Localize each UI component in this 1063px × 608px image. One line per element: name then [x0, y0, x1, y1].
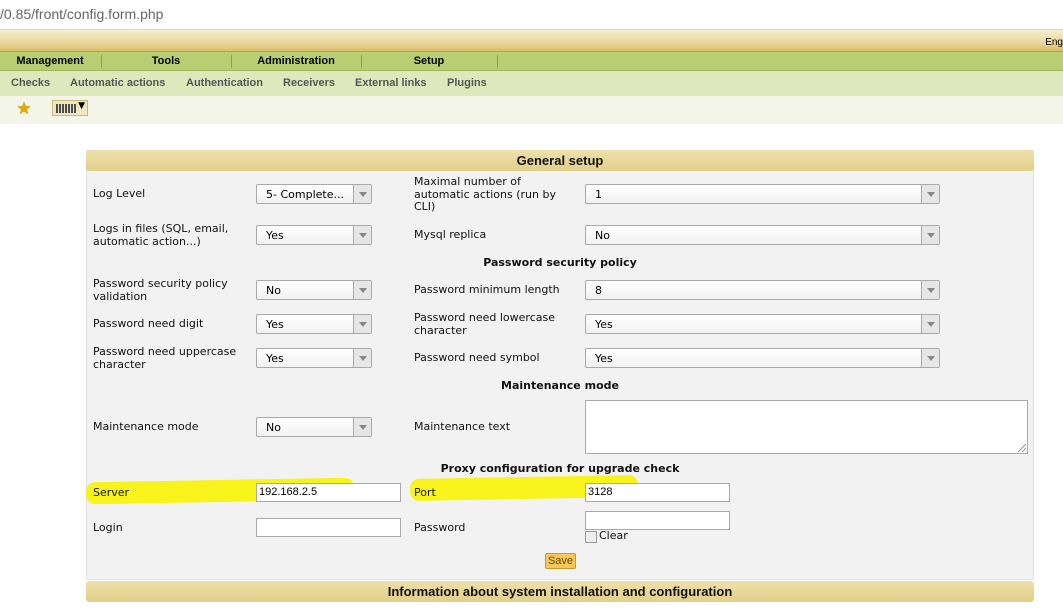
submenu-plugins[interactable]: Plugins — [447, 77, 487, 89]
maintenance-heading: Maintenance mode — [501, 379, 619, 392]
menu-administration[interactable]: Administration — [232, 52, 360, 71]
logs-in-files-select[interactable]: Yes — [256, 225, 372, 245]
submenu-receivers[interactable]: Receivers — [283, 77, 335, 89]
chevron-down-icon — [921, 185, 939, 203]
list-bars — [56, 104, 77, 113]
password-uppercase-label: Password need uppercase character — [93, 345, 237, 371]
proxy-heading: Proxy configuration for upgrade check — [440, 462, 680, 475]
password-validation-value: No — [266, 284, 281, 297]
url-text[interactable]: /0.85/front/config.form.php — [0, 6, 163, 22]
list-view-icon[interactable]: ▼ — [52, 100, 88, 116]
clear-password-checkbox[interactable] — [585, 531, 597, 543]
address-bar[interactable]: /0.85/front/config.form.php — [0, 0, 1063, 30]
proxy-login-input[interactable] — [256, 518, 401, 537]
maintenance-mode-label: Maintenance mode — [93, 420, 199, 433]
proxy-login-label: Login — [93, 521, 123, 534]
main-menu: Management Tools Administration Setup — [0, 52, 1063, 71]
password-min-length-label: Password minimum length — [414, 283, 560, 296]
menu-tools[interactable]: Tools — [102, 52, 230, 71]
password-digit-label: Password need digit — [93, 317, 204, 330]
general-setup-header: General setup — [86, 150, 1034, 171]
maintenance-text-area[interactable] — [585, 400, 1028, 454]
chevron-down-icon — [353, 418, 371, 436]
log-level-select[interactable]: 5- Complete... — [256, 184, 372, 204]
clear-password-label: Clear — [599, 529, 628, 542]
menu-management[interactable]: Management — [0, 52, 100, 71]
max-actions-value: 1 — [595, 188, 602, 201]
maintenance-mode-select[interactable]: No — [256, 417, 372, 437]
mysql-replica-label: Mysql replica — [414, 228, 487, 241]
menu-divider — [497, 55, 498, 68]
password-lowercase-select[interactable]: Yes — [585, 314, 940, 334]
mysql-replica-select[interactable]: No — [585, 225, 940, 245]
password-validation-label: Password security policy validation — [93, 277, 228, 303]
password-lowercase-value: Yes — [595, 318, 613, 331]
password-uppercase-value: Yes — [266, 352, 284, 365]
password-validation-select[interactable]: No — [256, 280, 372, 300]
max-actions-select[interactable]: 1 — [585, 184, 940, 204]
password-symbol-select[interactable]: Yes — [585, 348, 940, 368]
top-banner: Eng — [0, 30, 1063, 52]
maintenance-mode-value: No — [266, 421, 281, 434]
password-digit-select[interactable]: Yes — [256, 314, 372, 334]
password-digit-value: Yes — [266, 318, 284, 331]
submenu-authentication[interactable]: Authentication — [186, 77, 263, 89]
chevron-down-icon — [353, 281, 371, 299]
password-symbol-label: Password need symbol — [414, 351, 540, 364]
setup-submenu: Checks Automatic actions Authentication … — [0, 71, 1063, 96]
submenu-checks[interactable]: Checks — [11, 77, 50, 89]
save-button[interactable]: Save — [545, 553, 576, 569]
max-actions-label: Maximal number of automatic actions (run… — [414, 175, 556, 213]
system-info-header[interactable]: Information about system installation an… — [86, 581, 1034, 602]
proxy-port-input[interactable]: 3128 — [585, 483, 730, 502]
password-policy-heading: Password security policy — [483, 256, 637, 269]
star-icon[interactable]: ★ — [14, 99, 34, 119]
proxy-port-label: Port — [414, 486, 436, 499]
proxy-server-label: Server — [93, 486, 130, 499]
maintenance-text-label: Maintenance text — [414, 420, 511, 433]
log-level-value: 5- Complete... — [266, 188, 344, 201]
chevron-down-icon — [921, 349, 939, 367]
menu-setup[interactable]: Setup — [362, 52, 496, 71]
log-level-label: Log Level — [93, 187, 146, 200]
password-uppercase-select[interactable]: Yes — [256, 348, 372, 368]
chevron-down-icon — [353, 185, 371, 203]
mysql-replica-value: No — [595, 229, 610, 242]
submenu-external-links[interactable]: External links — [355, 77, 427, 89]
language-selector[interactable]: Eng — [1045, 37, 1063, 48]
toolbar: ★ ▼ — [0, 96, 1063, 124]
dropdown-arrow-icon: ▼ — [78, 101, 85, 111]
proxy-password-label: Password — [414, 521, 466, 534]
submenu-automatic-actions[interactable]: Automatic actions — [70, 77, 165, 89]
password-min-length-select[interactable]: 8 — [585, 280, 940, 300]
password-lowercase-label: Password need lowercase character — [414, 311, 555, 337]
resize-grip-icon[interactable] — [1018, 444, 1026, 452]
chevron-down-icon — [353, 226, 371, 244]
proxy-password-input[interactable] — [585, 511, 730, 530]
password-symbol-value: Yes — [595, 352, 613, 365]
logs-in-files-label: Logs in files (SQL, email, automatic act… — [93, 222, 229, 248]
chevron-down-icon — [921, 226, 939, 244]
chevron-down-icon — [353, 349, 371, 367]
chevron-down-icon — [921, 315, 939, 333]
proxy-server-input[interactable]: 192.168.2.5 — [256, 483, 401, 502]
chevron-down-icon — [921, 281, 939, 299]
password-min-length-value: 8 — [595, 284, 602, 297]
chevron-down-icon — [353, 315, 371, 333]
logs-in-files-value: Yes — [266, 229, 284, 242]
